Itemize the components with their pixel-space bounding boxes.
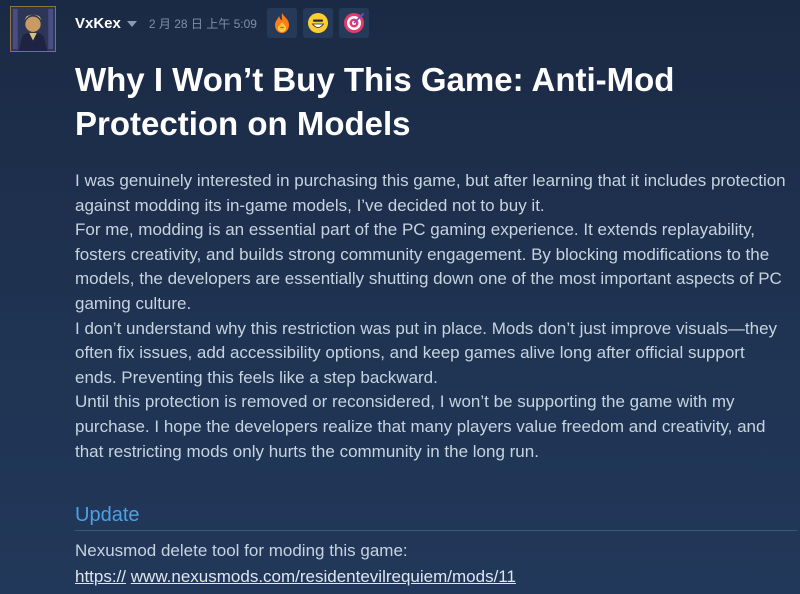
chevron-down-icon[interactable] <box>126 21 137 27</box>
external-link[interactable]: www.nexusmods.com/residentevilrequiem/mo… <box>131 567 516 586</box>
update-heading: Update <box>75 504 140 526</box>
link-scheme[interactable]: https:// <box>75 567 126 586</box>
flexing-fire-emoji-icon <box>274 13 289 33</box>
body-paragraph: For me, modding is an essential part of … <box>75 220 782 313</box>
post-body: I was genuinely interested in purchasing… <box>75 169 790 464</box>
body-paragraph: I was genuinely interested in purchasing… <box>75 171 786 215</box>
body-paragraph: Until this protection is removed or reco… <box>75 392 766 461</box>
update-text: Nexusmod delete tool for moding this gam… <box>75 541 408 560</box>
post-header: VxKex 2 月 28 日 上午 5:09 <box>75 8 369 38</box>
body-paragraph: I don’t understand why this restriction … <box>75 318 778 387</box>
post-timestamp: 2 月 28 日 上午 5:09 <box>148 16 257 31</box>
avatar[interactable] <box>10 6 56 52</box>
avatar-portrait-icon <box>11 7 55 51</box>
section-divider <box>75 530 797 531</box>
reaction-grinning-face[interactable] <box>302 8 333 38</box>
bullseye-target-icon <box>343 13 364 33</box>
grinning-face-emoji-icon <box>307 13 328 33</box>
username-link[interactable]: VxKex <box>75 15 121 32</box>
post-title: Why I Won’t Buy This Game: Anti-Mod Prot… <box>75 61 675 142</box>
reaction-flexing-fire[interactable] <box>266 8 297 38</box>
external-link-line: https:// www.nexusmods.com/residentevilr… <box>75 564 516 590</box>
forum-post: VxKex 2 月 28 日 上午 5:09 Why I Won’t Buy T… <box>0 0 800 594</box>
reaction-bullseye[interactable] <box>338 8 369 38</box>
